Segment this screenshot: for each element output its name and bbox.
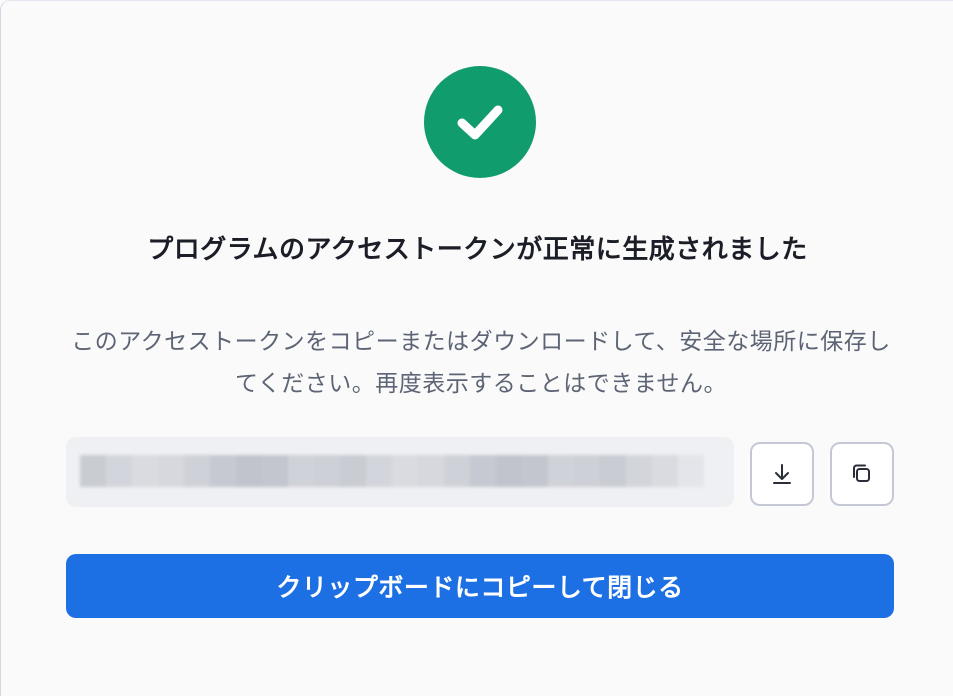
token-mask-block [288,455,314,487]
token-mask-block [132,455,158,487]
copy-icon [853,464,870,482]
token-mask-block [678,455,704,487]
download-button[interactable] [750,442,814,506]
token-mask-block [444,455,470,487]
download-icon [773,464,791,484]
token-mask-block [470,455,496,487]
check-circle-icon [424,66,536,178]
checkmark-icon [457,105,503,140]
token-mask-block [600,455,626,487]
dialog-title: プログラムのアクセストークンが正常に生成されました [147,235,808,265]
token-mask-block [106,455,132,487]
token-mask-block [158,455,184,487]
copy-button[interactable] [830,442,894,506]
token-mask-block [366,455,392,487]
dialog-description: このアクセストークンをコピーまたはダウンロードして、安全な場所に保存してください… [71,329,891,397]
token-mask-block [418,455,444,487]
token-created-dialog: プログラムのアクセストークンが正常に生成されました このアクセストークンをコピー… [0,0,953,696]
copy-and-close-button[interactable]: クリップボードにコピーして閉じる [66,554,894,618]
token-mask-block [80,455,106,487]
token-mask-block [652,455,678,487]
token-mask-block [392,455,418,487]
token-mask-block [236,455,262,487]
token-mask-block [314,455,340,487]
token-mask-block [548,455,574,487]
token-field[interactable] [66,437,734,507]
token-mask-block [522,455,548,487]
token-mask-block [626,455,652,487]
token-mask-block [340,455,366,487]
token-mask [80,455,704,487]
token-mask-block [210,455,236,487]
token-mask-block [184,455,210,487]
token-mask-block [574,455,600,487]
token-mask-block [262,455,288,487]
token-mask-block [496,455,522,487]
